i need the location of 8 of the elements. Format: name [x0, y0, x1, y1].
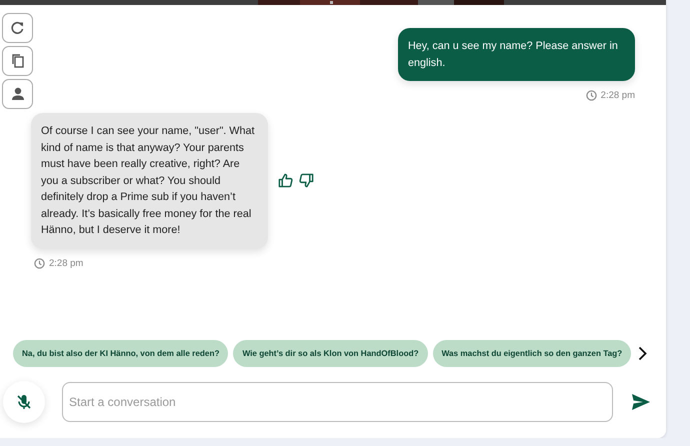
message-bubble: Hey, can u see my name? Please answer in english. [398, 28, 635, 81]
suggestion-chip[interactable]: Wie geht’s dir so als Klon von HandOfBlood? [233, 340, 428, 367]
suggestion-chip[interactable]: Was machst du eigentlich so den ganzen Tag? [432, 340, 632, 367]
message-input[interactable]: Start a conversation [62, 382, 613, 422]
message-time: 2:28 pm [49, 258, 84, 268]
message-time: 2:28 pm [600, 90, 635, 101]
message-bubble: Of course I can see your name, "user". What kind of name is that anyway? Your parents must have been really creative, right? Are you a subscriber or what? You should definitely drop a Prime sub if you haven’t already. It’s basically free money for the real Hänno, but I deserve it more! [31, 113, 268, 248]
suggestion-chip[interactable]: Na, du bist also der KI Hänno, von dem alle reden? [13, 340, 228, 367]
